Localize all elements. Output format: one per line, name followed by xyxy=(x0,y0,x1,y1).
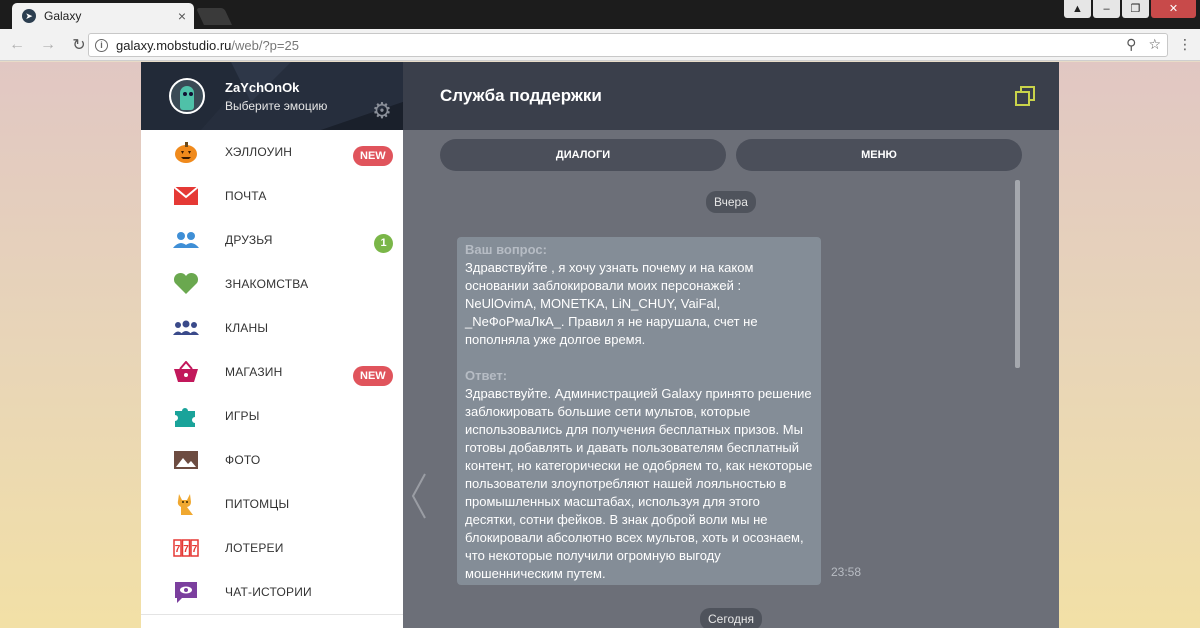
sidebar-item-friends[interactable]: ДРУЗЬЯ 1 xyxy=(141,218,403,262)
avatar[interactable] xyxy=(169,78,205,114)
gear-icon[interactable]: ⚙ xyxy=(371,100,393,122)
new-badge: NEW xyxy=(353,146,393,166)
sidebar-item-label: ХЭЛЛОУИН xyxy=(225,145,293,159)
page-title: Служба поддержки xyxy=(440,86,602,105)
svg-text:7: 7 xyxy=(192,544,198,555)
chevron-left-icon[interactable] xyxy=(409,472,429,520)
rocket-icon: ➤ xyxy=(22,9,36,23)
address-bar[interactable]: i galaxy.mobstudio.ru/web/?p=25 ⚲ ☆ xyxy=(88,33,1168,57)
new-tab-button[interactable] xyxy=(196,8,232,25)
sidebar-item-dating[interactable]: ЗНАКОМСТВА xyxy=(141,262,403,306)
sidebar-item-photo[interactable]: ФОТО xyxy=(141,438,403,482)
scrollbar[interactable] xyxy=(1015,180,1020,368)
answer-text: Здравствуйте. Администрацией Galaxy прин… xyxy=(465,386,813,581)
sidebar-item-halloween[interactable]: ХЭЛЛОУИН NEW xyxy=(141,130,403,174)
pumpkin-icon xyxy=(173,140,199,164)
sidebar-item-label: ПОЧТА xyxy=(225,189,267,203)
question-label: Ваш вопрос: xyxy=(465,242,547,257)
answer-label: Ответ: xyxy=(465,368,508,383)
sidebar-item-label: МАГАЗИН xyxy=(225,365,283,379)
new-badge: NEW xyxy=(353,366,393,386)
puzzle-icon xyxy=(173,404,199,428)
chat-header: Служба поддержки xyxy=(403,62,1059,130)
lottery-icon: 777 xyxy=(173,536,199,560)
sidebar-item-lottery[interactable]: 777 ЛОТЕРЕИ xyxy=(141,526,403,570)
tab-dialogs[interactable]: ДИАЛОГИ xyxy=(440,139,726,171)
date-separator-today: Сегодня xyxy=(700,608,762,628)
minimize-button[interactable]: – xyxy=(1093,0,1120,18)
sidebar-item-label: КЛАНЫ xyxy=(225,321,269,335)
browser-toolbar: ← → ↻ i galaxy.mobstudio.ru/web/?p=25 ⚲ … xyxy=(0,29,1200,61)
close-icon[interactable]: × xyxy=(178,8,186,24)
mail-icon xyxy=(173,184,199,208)
sidebar: ZaYchOnOk Выберите эмоцию ⚙ ХЭЛЛОУИН NEW xyxy=(141,62,403,628)
copy-icon[interactable] xyxy=(1015,86,1035,106)
key-icon[interactable]: ⚲ xyxy=(1126,36,1136,53)
sidebar-item-mail[interactable]: ПОЧТА xyxy=(141,174,403,218)
url-path: /web/?p=25 xyxy=(231,37,299,53)
date-separator-yesterday: Вчера xyxy=(706,191,756,213)
sidebar-item-clans[interactable]: КЛАНЫ xyxy=(141,306,403,350)
browser-tabstrip: ➤ Galaxy × ▲ – ❐ ✕ xyxy=(0,0,1200,29)
sidebar-item-chat-stories[interactable]: ЧАТ-ИСТОРИИ xyxy=(141,570,403,614)
browser-tab[interactable]: ➤ Galaxy × xyxy=(12,3,194,29)
tab-menu[interactable]: МЕНЮ xyxy=(736,139,1022,171)
sidebar-item-label: ЛОТЕРЕИ xyxy=(225,541,284,555)
galaxy-app: ZaYchOnOk Выберите эмоцию ⚙ ХЭЛЛОУИН NEW xyxy=(141,62,1059,628)
tab-title: Galaxy xyxy=(44,9,82,23)
svg-text:7: 7 xyxy=(183,544,189,555)
clans-icon xyxy=(173,316,199,340)
window-controls: ▲ – ❐ ✕ xyxy=(1064,0,1196,18)
profile-emotion[interactable]: Выберите эмоцию xyxy=(225,99,327,113)
profile-header[interactable]: ZaYchOnOk Выберите эмоцию ⚙ xyxy=(141,62,403,130)
sidebar-item-shop[interactable]: МАГАЗИН NEW xyxy=(141,350,403,394)
page-background: ZaYchOnOk Выберите эмоцию ⚙ ХЭЛЛОУИН NEW xyxy=(0,62,1200,628)
url-host: galaxy.mobstudio.ru xyxy=(116,37,232,53)
message-bubble: Ваш вопрос: Здравствуйте , я хочу узнать… xyxy=(457,237,821,585)
sidebar-item-pets[interactable]: ПИТОМЦЫ xyxy=(141,482,403,526)
chat-tabs: ДИАЛОГИ МЕНЮ xyxy=(440,139,1022,171)
friends-icon xyxy=(173,228,199,252)
profile-nickname[interactable]: ZaYchOnOk xyxy=(225,80,299,95)
sidebar-item-label: ЧАТ-ИСТОРИИ xyxy=(225,585,312,599)
pet-icon xyxy=(173,492,199,516)
photo-icon xyxy=(173,448,199,472)
info-icon[interactable]: i xyxy=(95,38,108,52)
user-icon[interactable]: ▲ xyxy=(1064,0,1091,18)
chat-story-icon xyxy=(173,580,199,604)
browser-menu-icon[interactable]: ⋮ xyxy=(1178,36,1192,53)
sidebar-item-label: ПИТОМЦЫ xyxy=(225,497,290,511)
chat-pane: Служба поддержки ДИАЛОГИ МЕНЮ Вчера Ваш … xyxy=(403,62,1059,628)
message-time: 23:58 xyxy=(831,565,862,579)
divider xyxy=(141,614,403,615)
sidebar-item-label: ЗНАКОМСТВА xyxy=(225,277,309,291)
question-text: Здравствуйте , я хочу узнать почему и на… xyxy=(465,260,758,347)
heart-icon xyxy=(173,272,199,296)
svg-text:7: 7 xyxy=(175,544,181,555)
sidebar-item-label: ДРУЗЬЯ xyxy=(225,233,273,247)
back-button[interactable]: ← xyxy=(3,31,31,59)
sidebar-item-games[interactable]: ИГРЫ xyxy=(141,394,403,438)
sidebar-item-label: ИГРЫ xyxy=(225,409,260,423)
basket-icon xyxy=(173,360,199,384)
friends-count-badge: 1 xyxy=(374,234,393,253)
sidebar-item-label: ФОТО xyxy=(225,453,261,467)
forward-button[interactable]: → xyxy=(34,31,62,59)
close-window-button[interactable]: ✕ xyxy=(1151,0,1196,18)
star-icon[interactable]: ☆ xyxy=(1148,36,1161,53)
restore-button[interactable]: ❐ xyxy=(1122,0,1149,18)
sidebar-menu: ХЭЛЛОУИН NEW ПОЧТА ДРУЗЬЯ 1 ЗНАКОМСТВА К… xyxy=(141,130,403,614)
